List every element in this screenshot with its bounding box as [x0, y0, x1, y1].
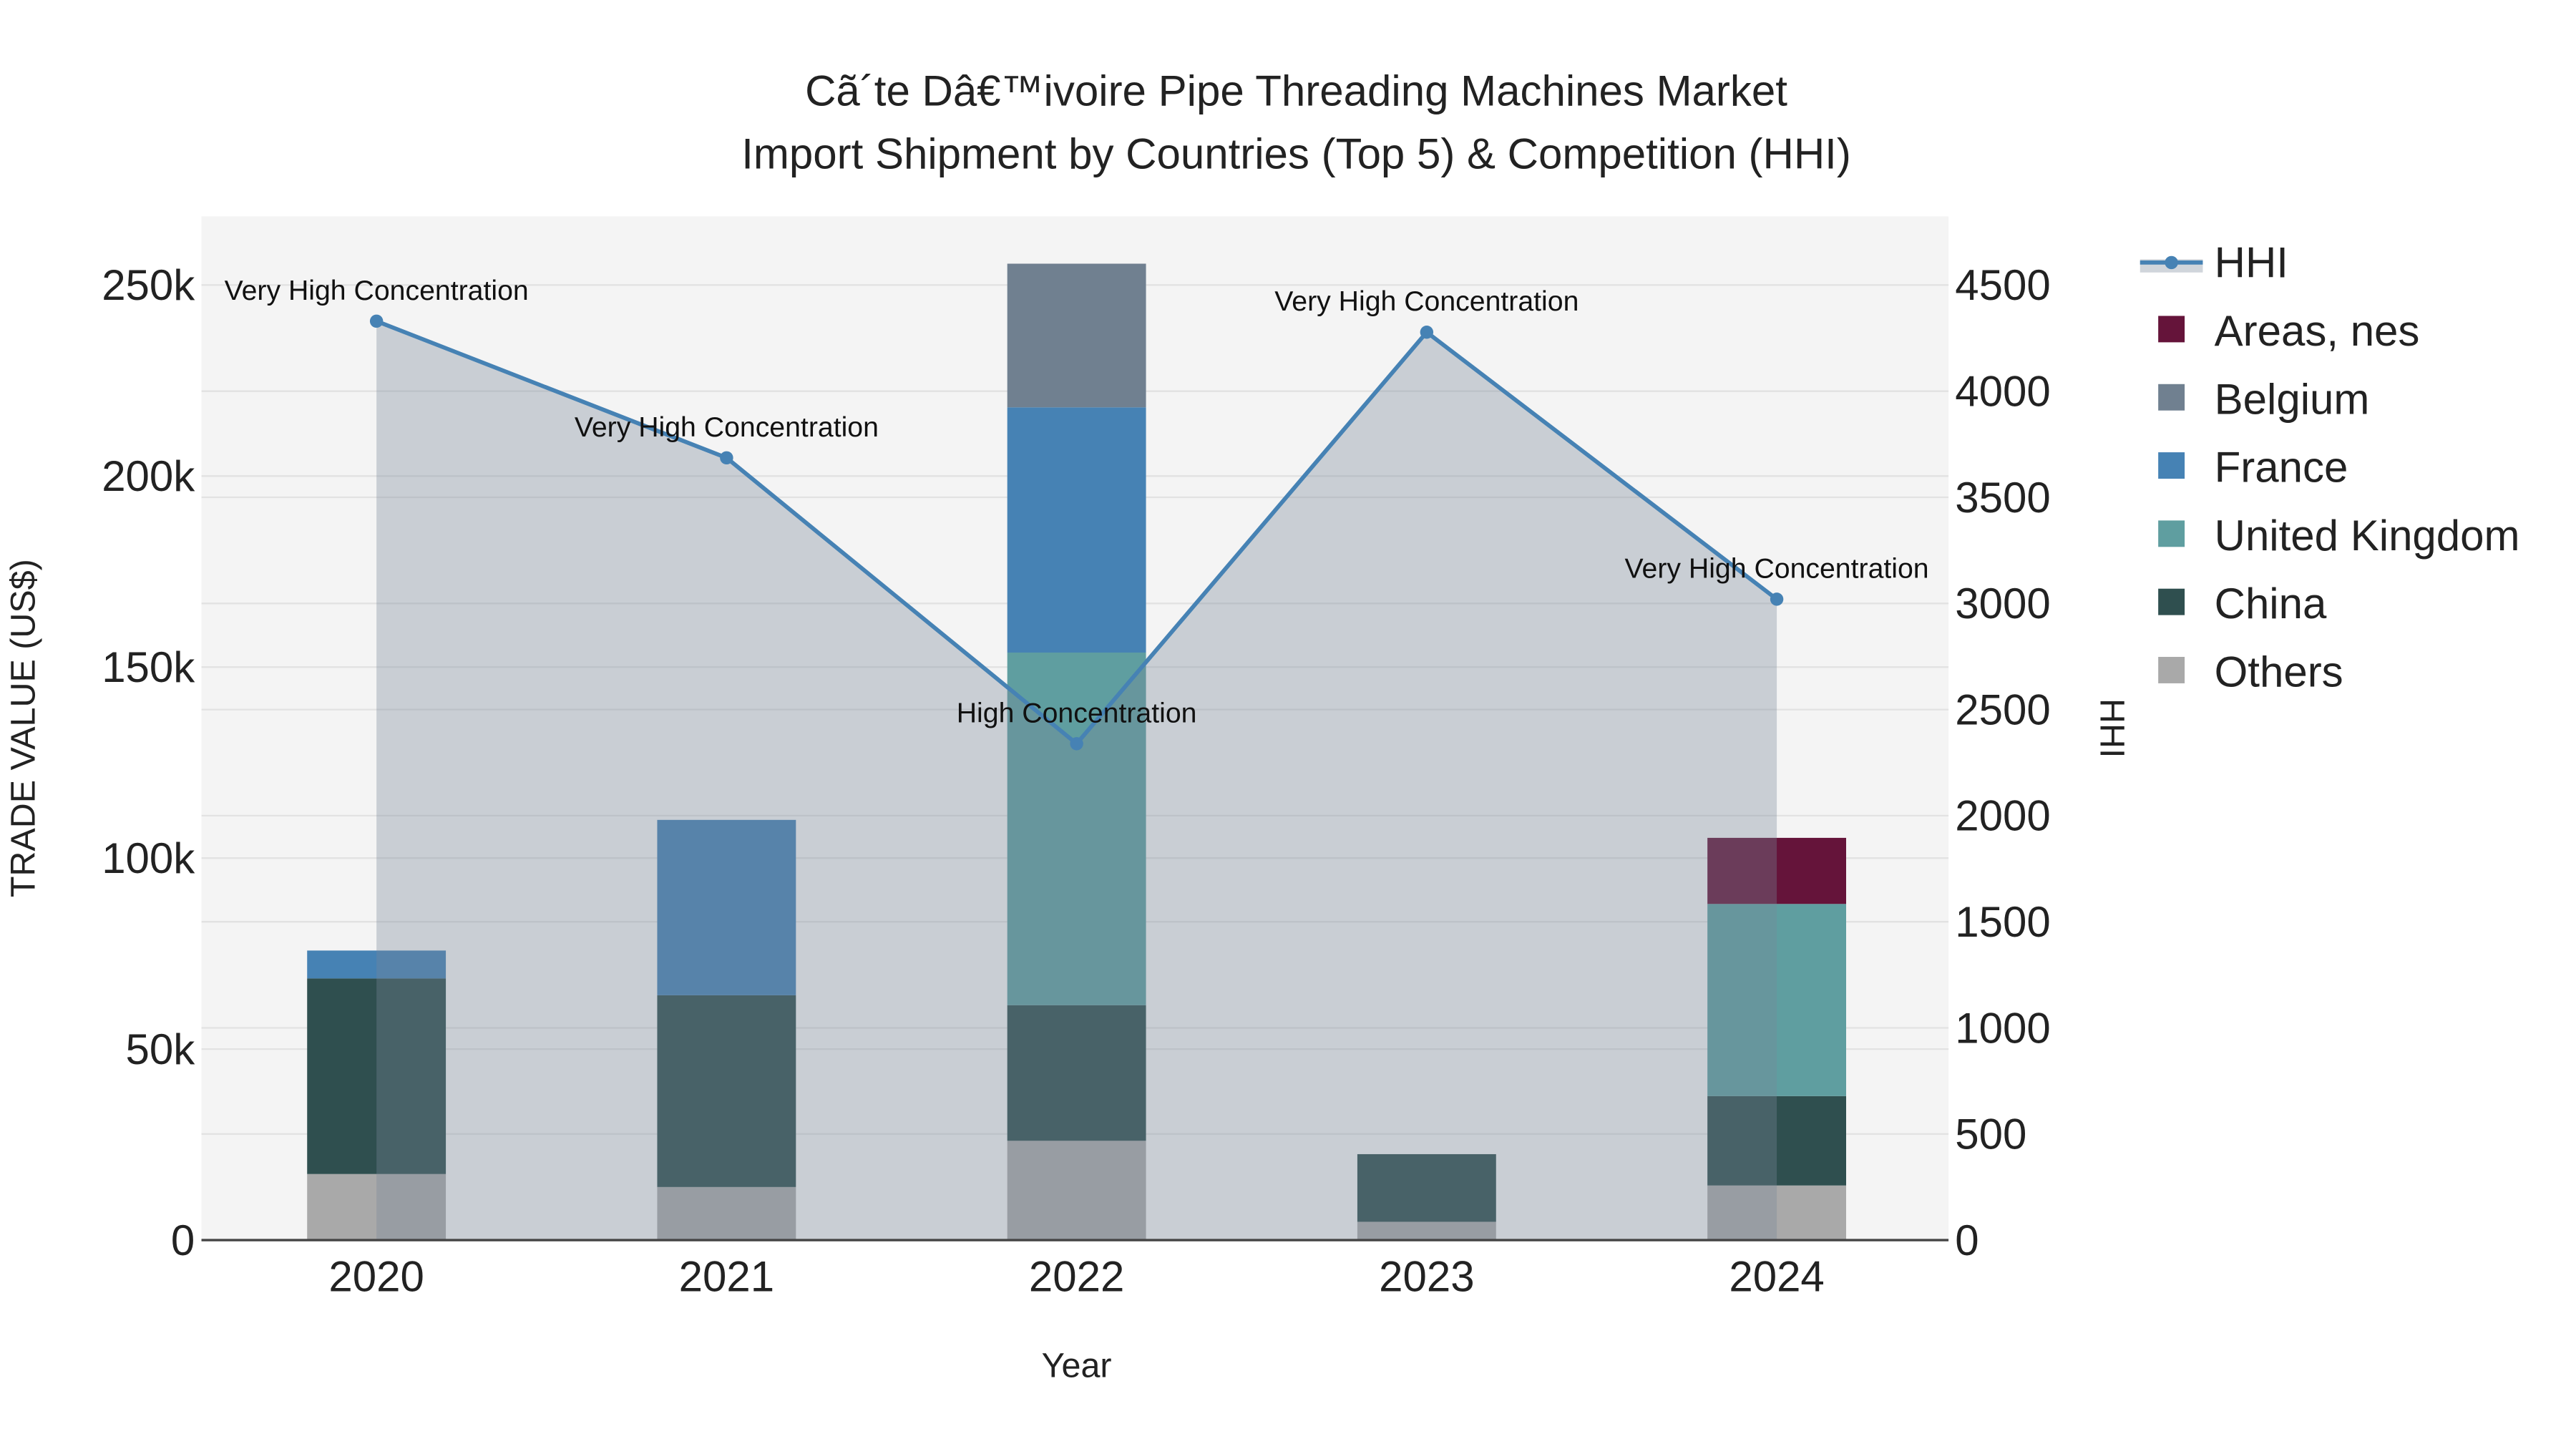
legend-label: France — [2215, 444, 2348, 492]
chart-title-line1: Cã´te Dâ€™ivoire Pipe Threading Machines… — [805, 67, 1787, 115]
bar-france-2022 — [1007, 407, 1146, 653]
y2-tick-label: 2500 — [1955, 686, 2050, 733]
y2-tick-label: 3500 — [1955, 474, 2050, 522]
legend-label: HHI — [2215, 239, 2288, 287]
y-tick-label: 50k — [126, 1025, 196, 1073]
y2-tick-label: 1000 — [1955, 1004, 2050, 1052]
chart-title-line2: Import Shipment by Countries (Top 5) & C… — [741, 130, 1851, 177]
y2-axis-label: HHI — [2092, 698, 2131, 758]
y2-tick-label: 2000 — [1955, 792, 2050, 840]
legend-label: Areas, nes — [2215, 307, 2420, 355]
legend-swatch-france — [2158, 452, 2185, 479]
legend-label: China — [2215, 580, 2327, 628]
hhi-annotation: Very High Concentration — [1274, 286, 1579, 317]
y-tick-label: 150k — [102, 643, 195, 691]
y2-tick-label: 4000 — [1955, 367, 2050, 415]
x-axis-label: Year — [1042, 1347, 1112, 1385]
legend-swatch-areas-nes — [2158, 316, 2185, 343]
legend-swatch-others — [2158, 657, 2185, 683]
legend-marker-hhi — [2165, 255, 2178, 270]
y2-tick-label: 4500 — [1955, 261, 2050, 309]
hhi-annotation: Very High Concentration — [575, 411, 879, 443]
legend-label: Others — [2215, 648, 2343, 696]
hhi-annotation: Very High Concentration — [1625, 552, 1929, 584]
x-tick-label: 2024 — [1729, 1253, 1824, 1301]
y-tick-label: 250k — [102, 261, 195, 309]
y2-tick-label: 3000 — [1955, 580, 2050, 628]
hhi-annotation: Very High Concentration — [225, 275, 529, 306]
y-tick-label: 0 — [171, 1216, 195, 1264]
x-tick-label: 2023 — [1379, 1253, 1474, 1301]
y-tick-label: 200k — [102, 452, 195, 500]
legend-label: United Kingdom — [2215, 512, 2520, 560]
hhi-point-2023 — [1420, 326, 1434, 339]
x-tick-label: 2022 — [1029, 1253, 1124, 1301]
y2-tick-label: 0 — [1955, 1216, 1979, 1264]
legend-swatch-belgium — [2158, 384, 2185, 411]
hhi-point-2020 — [369, 314, 384, 328]
hhi-annotation: High Concentration — [957, 697, 1197, 728]
bar-belgium-2022 — [1007, 263, 1146, 408]
y2-tick-label: 1500 — [1955, 898, 2050, 946]
x-tick-label: 2021 — [679, 1253, 774, 1301]
hhi-point-2022 — [1070, 737, 1083, 751]
y-axis-label: TRADE VALUE (US$) — [4, 559, 42, 897]
hhi-point-2021 — [720, 451, 733, 465]
legend-label: Belgium — [2215, 375, 2370, 423]
legend-swatch-china — [2158, 588, 2185, 615]
legend-swatch-united-kingdom — [2158, 520, 2185, 547]
chart: Very High Concentration Very High Concent… — [0, 0, 2576, 1449]
x-tick-label: 2020 — [328, 1253, 424, 1301]
hhi-point-2024 — [1770, 592, 1784, 606]
y2-tick-label: 500 — [1955, 1111, 2026, 1158]
y-tick-label: 100k — [102, 834, 195, 882]
